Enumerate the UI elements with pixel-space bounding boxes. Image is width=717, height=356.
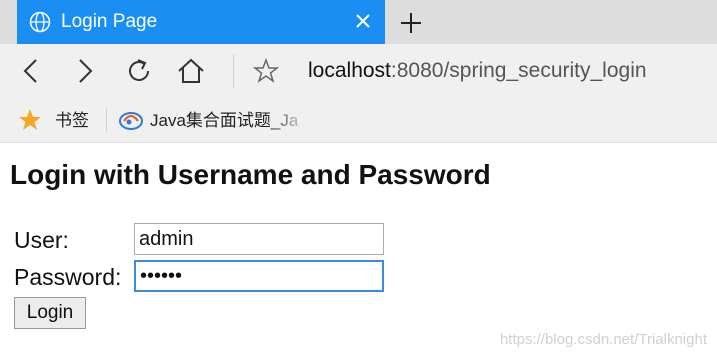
home-icon[interactable] [176,56,206,86]
password-label: Password: [14,264,122,290]
reload-icon[interactable] [124,56,154,86]
page-heading: Login with Username and Password [10,159,491,190]
page-content: Login with Username and Password User: P… [0,143,717,356]
login-button[interactable]: Login [14,297,86,329]
tab-strip: Login Page [0,0,717,44]
tab-title: Login Page [61,11,158,32]
address-bar[interactable]: localhost:8080/spring_security_login [308,58,647,84]
favorite-star-icon[interactable] [251,56,281,86]
bookmark-star-icon [19,109,41,130]
new-tab-icon[interactable] [400,12,422,34]
bookmarks-folder[interactable]: 书签 [55,110,89,132]
back-icon[interactable] [16,56,46,86]
user-label: User: [14,227,69,253]
close-tab-icon[interactable] [353,11,373,31]
tab-login-page[interactable]: Login Page [17,0,385,44]
url-path: :8080/spring_security_login [390,59,647,82]
nav-separator [233,54,234,88]
username-input[interactable] [134,223,384,255]
forward-icon[interactable] [70,56,100,86]
password-input[interactable] [134,260,384,292]
bookmarks-bar: 书签 Java集合面试题_Ja [0,98,717,143]
csdn-site-icon [119,112,143,130]
globe-icon [29,11,51,33]
navigation-bar: localhost:8080/spring_security_login [0,44,717,98]
url-host: localhost [308,59,391,82]
watermark: https://blog.csdn.net/Trialknight [499,331,707,348]
bookmark-fade [268,98,308,142]
bookmark-separator [106,108,107,132]
